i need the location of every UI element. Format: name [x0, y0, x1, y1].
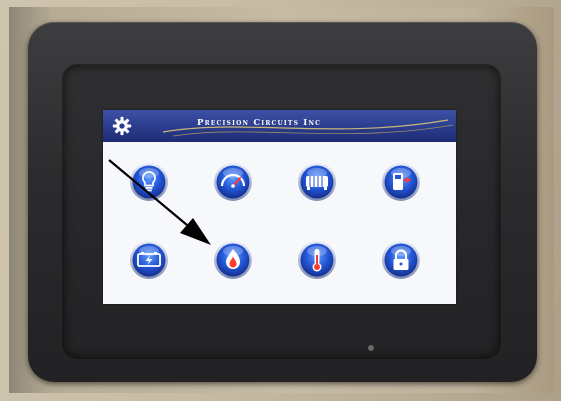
padlock-icon — [382, 241, 420, 279]
speedometer-gauge-icon — [214, 163, 252, 201]
gauge-button[interactable] — [213, 162, 253, 202]
status-led — [368, 345, 374, 351]
thermometer-icon — [298, 241, 336, 279]
flame-icon — [214, 241, 252, 279]
battery-charging-icon — [130, 241, 168, 279]
fuel-pump-icon — [382, 163, 420, 201]
brand-title: Precision Circuits Inc — [197, 118, 322, 128]
battery-button[interactable] — [129, 240, 169, 280]
lighting-button[interactable] — [129, 162, 169, 202]
heater-radiator-icon — [298, 163, 336, 201]
header-bar: Precision Circuits Inc — [103, 110, 456, 142]
lock-button[interactable] — [381, 240, 421, 280]
flame-button[interactable] — [213, 240, 253, 280]
light-bulb-icon — [130, 163, 168, 201]
temperature-button[interactable] — [297, 240, 337, 280]
heater-button[interactable] — [297, 162, 337, 202]
gear-icon[interactable] — [112, 116, 132, 136]
fuel-button[interactable] — [381, 162, 421, 202]
photo-background: Precision Circuits Inc — [0, 0, 561, 401]
touchscreen: Precision Circuits Inc — [103, 110, 456, 304]
